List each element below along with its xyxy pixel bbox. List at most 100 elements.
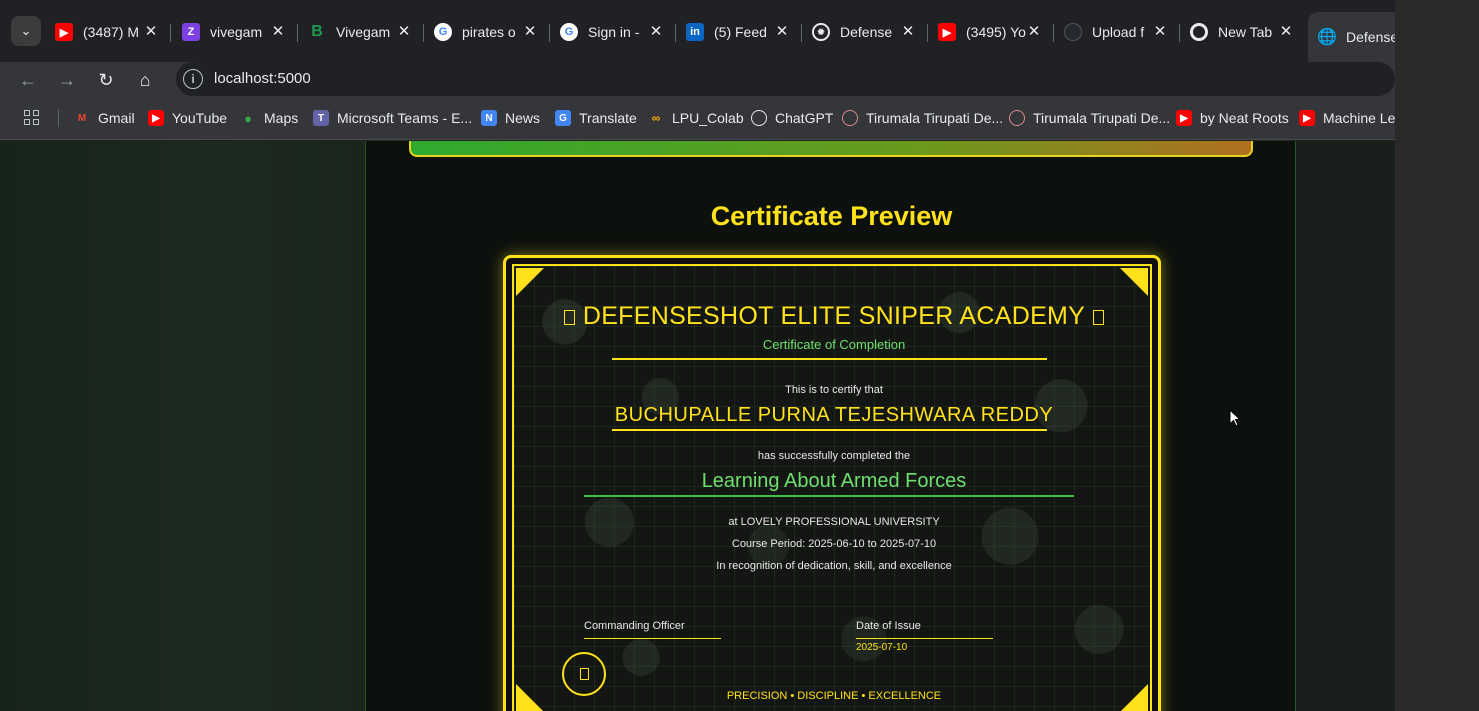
tab-2[interactable]: Z vivegam ✕ (182, 16, 298, 48)
tab-4[interactable]: G pirates o ✕ (434, 16, 550, 48)
toolbar: ← → ↻ ⌂ i localhost:5000 (0, 62, 1395, 98)
teams-icon: T (313, 110, 329, 126)
google-icon: G (560, 23, 578, 41)
browser-window: ⌄ ▶ (3487) M ✕ Z vivegam ✕ B Vivegam ✕ G… (0, 0, 1395, 711)
tab-9[interactable]: Upload f ✕ (1064, 16, 1180, 48)
bookmark-label: LPU_Colab (672, 110, 744, 126)
close-icon[interactable]: ✕ (394, 21, 414, 41)
news-icon: N (481, 110, 497, 126)
github-icon (1064, 23, 1082, 41)
arrow-left-icon: ← (19, 69, 37, 90)
recognition-text: In recognition of dedication, skill, and… (716, 560, 952, 572)
bookmark-label: Tirumala Tirupati De... (1033, 110, 1171, 126)
youtube-icon: ▶ (1299, 110, 1315, 126)
bookmark-tirumala-2[interactable]: Tirumala Tirupati De... (1009, 108, 1170, 128)
tab-10[interactable]: New Tab ✕ (1190, 16, 1296, 48)
bookmark-label: Gmail (98, 110, 135, 126)
youtube-icon: ▶ (55, 23, 73, 41)
youtube-icon: ▶ (938, 23, 956, 41)
bookmark-maps[interactable]: ● Maps (240, 108, 298, 128)
ttd-icon (1009, 110, 1025, 126)
close-icon[interactable]: ✕ (772, 21, 792, 41)
google-icon: G (434, 23, 452, 41)
bookmark-label: YouTube (172, 110, 228, 126)
home-button[interactable]: ⌂ (131, 66, 159, 94)
tab-7[interactable]: ✹ Defense ✕ (812, 16, 928, 48)
page-viewport[interactable]: Certificate Preview DEFENSESHOT ELITE SN… (0, 141, 1395, 711)
bookmark-label: Maps (264, 110, 299, 126)
officer-label: Commanding Officer (584, 620, 685, 632)
zee-icon: Z (182, 23, 200, 41)
tab-8[interactable]: ▶ (3495) Yo ✕ (938, 16, 1054, 48)
completed-text: has successfully completed the (757, 450, 911, 462)
tab-separator (1179, 24, 1180, 42)
close-icon[interactable]: ✕ (646, 21, 666, 41)
certificate: DEFENSESHOT ELITE SNIPER ACADEMY Certifi… (503, 255, 1161, 711)
tab-separator (549, 24, 550, 42)
academy-name: DEFENSESHOT ELITE SNIPER ACADEMY (582, 302, 1086, 330)
tab-separator (297, 24, 298, 42)
address-bar[interactable]: i localhost:5000 (176, 62, 1395, 96)
bookmark-label: ChatGPT (775, 110, 834, 126)
bookmark-lpu-colab[interactable]: ∞ LPU_Colab (648, 108, 744, 128)
url-text[interactable]: localhost:5000 (214, 70, 311, 87)
bookmark-youtube[interactable]: ▶ YouTube (148, 108, 227, 128)
bookmark-gmail[interactable]: M Gmail (74, 108, 135, 128)
date-label: Date of Issue (856, 620, 921, 632)
tab-separator (801, 24, 802, 42)
bookmark-machine-learning[interactable]: ▶ Machine Lea (1299, 108, 1395, 128)
course-name: Learning About Armed Forces (701, 470, 967, 492)
bookmark-label: Microsoft Teams - E... (337, 110, 473, 126)
bookmark-label: Tirumala Tirupati De... (866, 110, 1004, 126)
close-icon[interactable]: ✕ (1150, 21, 1170, 41)
reload-icon: ↻ (98, 69, 114, 90)
tab-separator (675, 24, 676, 42)
certificate-inner: DEFENSESHOT ELITE SNIPER ACADEMY Certifi… (512, 264, 1152, 711)
translate-icon: G (555, 110, 571, 126)
bookmark-label: Translate (579, 110, 637, 126)
close-icon[interactable]: ✕ (1024, 21, 1044, 41)
tab-1[interactable]: ▶ (3487) M ✕ (55, 16, 171, 48)
openai-icon (751, 110, 767, 126)
divider (612, 358, 1047, 360)
bookmark-news[interactable]: N News (481, 108, 540, 128)
apps-grid-icon[interactable] (24, 110, 39, 125)
desktop-edge (1395, 0, 1479, 711)
tab-separator (1053, 24, 1054, 42)
globe-icon: 🌐 (1317, 29, 1337, 46)
tab-search-button[interactable]: ⌄ (11, 16, 41, 46)
arrow-right-icon: → (58, 69, 76, 90)
institution-text: at LOVELY PROFESSIONAL UNIVERSITY (728, 516, 940, 528)
ttd-icon (842, 110, 858, 126)
close-icon[interactable]: ✕ (898, 21, 918, 41)
back-button[interactable]: ← (14, 66, 42, 94)
linkedin-icon: in (686, 23, 704, 41)
bookmark-translate[interactable]: G Translate (555, 108, 637, 128)
date-value: 2025-07-10 (856, 642, 908, 653)
mouse-cursor-icon (1229, 409, 1242, 427)
bookmark-label: by Neat Roots (1200, 110, 1289, 126)
tab-separator (423, 24, 424, 42)
close-icon[interactable]: ✕ (520, 21, 540, 41)
chevron-down-icon: ⌄ (20, 23, 32, 38)
date-line (856, 638, 993, 639)
bookmark-neat-roots[interactable]: ▶ by Neat Roots (1176, 108, 1289, 128)
tab-3[interactable]: B Vivegam ✕ (308, 16, 424, 48)
bookmark-chatgpt[interactable]: ChatGPT (751, 108, 833, 128)
course-period: Course Period: 2025-06-10 to 2025-07-10 (731, 538, 937, 550)
bing-icon: B (311, 23, 323, 40)
site-info-icon[interactable]: i (183, 69, 203, 89)
close-icon[interactable]: ✕ (141, 21, 161, 41)
page-background-right (1296, 141, 1395, 711)
forward-button[interactable]: → (53, 66, 81, 94)
tab-11-active[interactable]: 🌐 Defense (1308, 12, 1395, 62)
tab-5[interactable]: G Sign in - ✕ (560, 16, 676, 48)
bookmark-tirumala-1[interactable]: Tirumala Tirupati De... (842, 108, 1003, 128)
close-icon[interactable]: ✕ (1276, 21, 1296, 41)
corner-ornament-top-right (1120, 268, 1148, 296)
tab-6[interactable]: in (5) Feed ✕ (686, 16, 802, 48)
close-icon[interactable]: ✕ (268, 21, 288, 41)
bookmark-teams[interactable]: T Microsoft Teams - E... (313, 108, 472, 128)
placeholder-glyph-icon (1093, 309, 1105, 325)
reload-button[interactable]: ↻ (92, 66, 120, 94)
